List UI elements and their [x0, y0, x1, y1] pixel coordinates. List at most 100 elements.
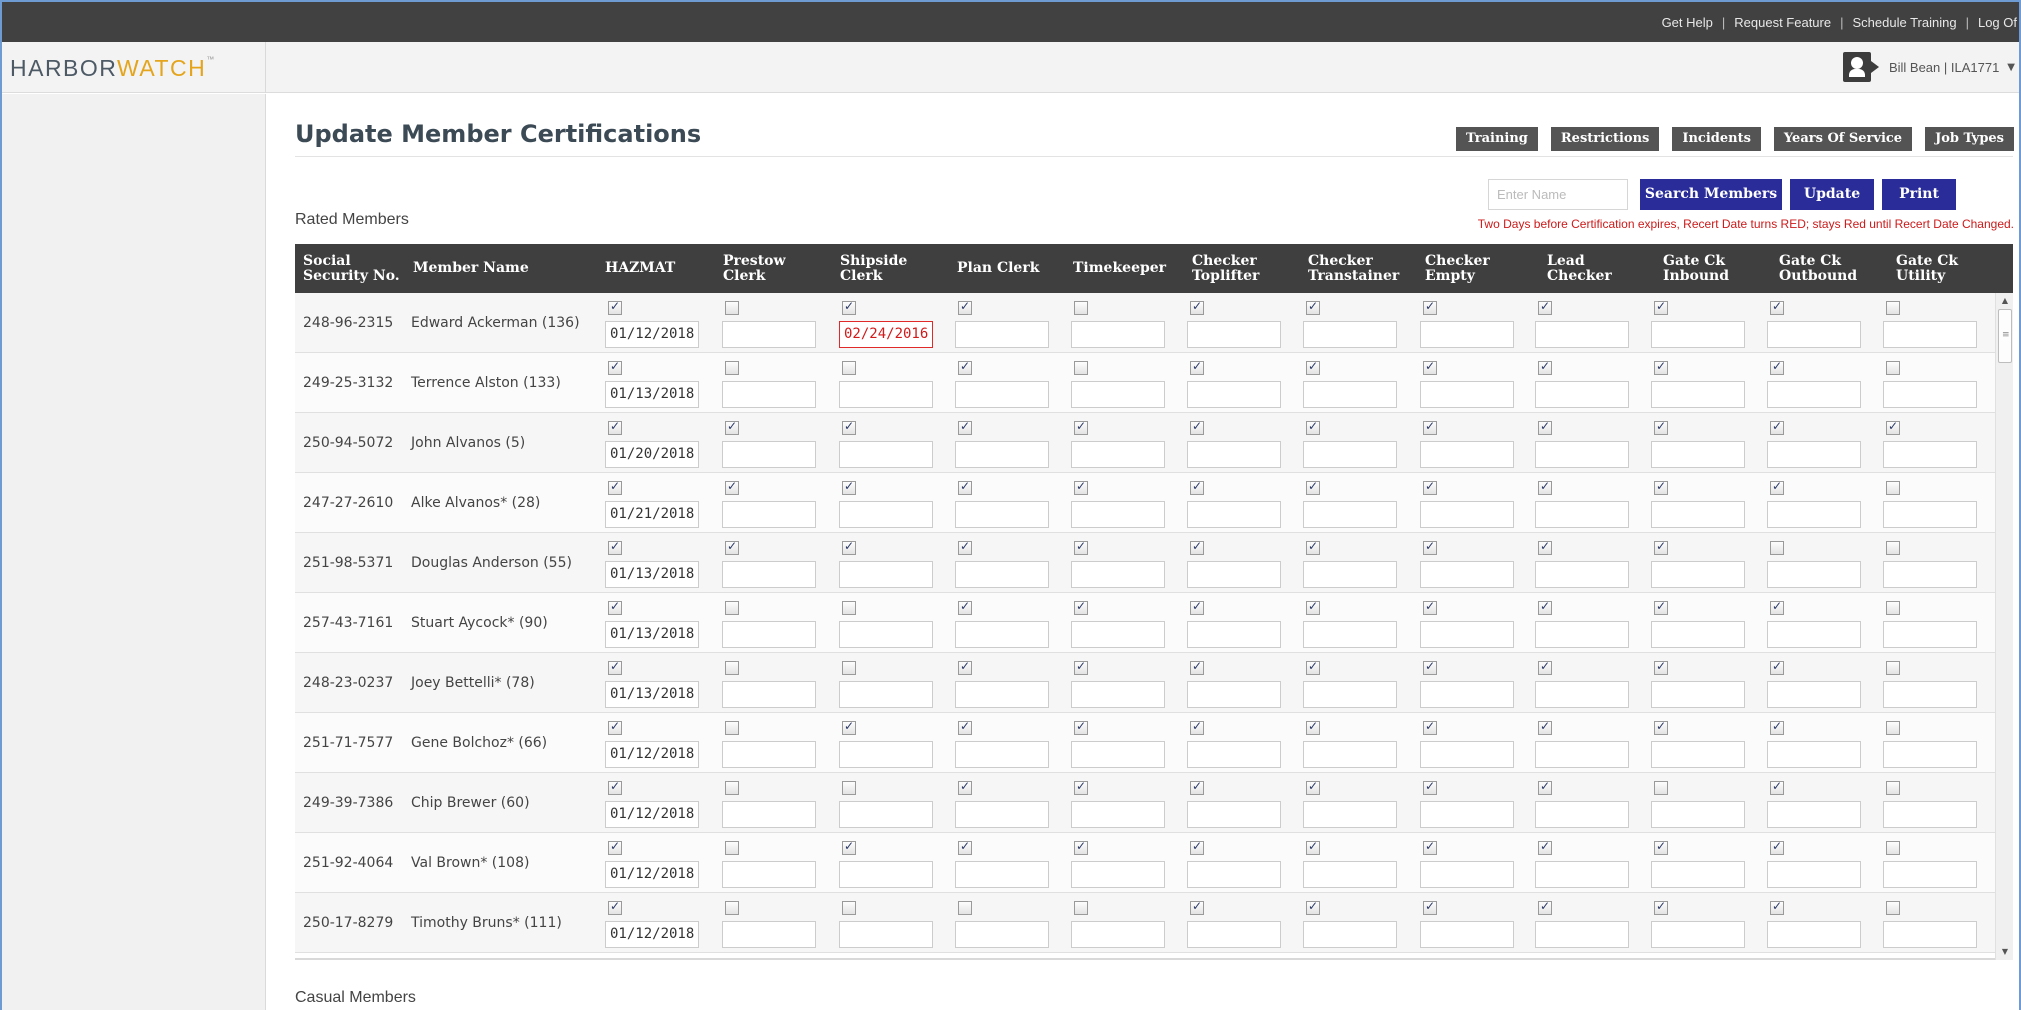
- cert-checkbox-checker-toplifter[interactable]: [1190, 359, 1204, 375]
- cert-checkbox-gate-ck-utility[interactable]: [1886, 419, 1900, 435]
- cert-checkbox-timekeeper[interactable]: [1074, 361, 1088, 375]
- cert-checkbox-plan-clerk[interactable]: [958, 539, 972, 555]
- recert-date-input-checker-empty[interactable]: [1420, 801, 1514, 828]
- harborwatch-logo[interactable]: HARBORWATCH™: [10, 55, 216, 82]
- recert-date-input-gate-ck-utility[interactable]: [1883, 621, 1977, 648]
- cert-checkbox-lead-checker[interactable]: [1538, 599, 1552, 615]
- cert-checkbox-shipside-clerk[interactable]: [842, 901, 856, 915]
- cert-checkbox-prestow-clerk[interactable]: [725, 721, 739, 735]
- cert-checkbox-checker-transtainer[interactable]: [1306, 359, 1320, 375]
- recert-date-input-plan-clerk[interactable]: [955, 321, 1049, 348]
- cert-checkbox-gate-ck-inbound[interactable]: [1654, 479, 1668, 495]
- cert-checkbox-gate-ck-inbound[interactable]: [1654, 719, 1668, 735]
- cert-checkbox-checker-transtainer[interactable]: [1306, 419, 1320, 435]
- recert-date-input-lead-checker[interactable]: [1535, 561, 1629, 588]
- recert-date-input-gate-ck-outbound[interactable]: [1767, 381, 1861, 408]
- cert-checkbox-prestow-clerk[interactable]: [725, 479, 739, 495]
- cert-checkbox-timekeeper[interactable]: [1074, 539, 1088, 555]
- recert-date-input-timekeeper[interactable]: [1071, 801, 1165, 828]
- cert-checkbox-hazmat[interactable]: [608, 539, 622, 555]
- recert-date-input-shipside-clerk[interactable]: [839, 441, 933, 468]
- recert-date-input-shipside-clerk[interactable]: [839, 501, 933, 528]
- recert-date-input-gate-ck-utility[interactable]: [1883, 561, 1977, 588]
- cert-checkbox-plan-clerk[interactable]: [958, 419, 972, 435]
- recert-date-input-shipside-clerk[interactable]: [839, 681, 933, 708]
- recert-date-input-gate-ck-outbound[interactable]: [1767, 441, 1861, 468]
- cert-checkbox-lead-checker[interactable]: [1538, 359, 1552, 375]
- cert-checkbox-checker-toplifter[interactable]: [1190, 779, 1204, 795]
- recert-date-input-plan-clerk[interactable]: [955, 381, 1049, 408]
- recert-date-input-gate-ck-inbound[interactable]: [1651, 501, 1745, 528]
- recert-date-input-checker-transtainer[interactable]: [1303, 801, 1397, 828]
- user-menu[interactable]: Bill Bean | ILA1771 ▼: [1842, 52, 2015, 82]
- recert-date-input-checker-empty[interactable]: [1420, 861, 1514, 888]
- cert-checkbox-gate-ck-outbound[interactable]: [1770, 299, 1784, 315]
- cert-checkbox-plan-clerk[interactable]: [958, 901, 972, 915]
- cert-checkbox-prestow-clerk[interactable]: [725, 301, 739, 315]
- cert-checkbox-shipside-clerk[interactable]: [842, 839, 856, 855]
- cert-checkbox-checker-empty[interactable]: [1423, 599, 1437, 615]
- cert-checkbox-gate-ck-inbound[interactable]: [1654, 359, 1668, 375]
- recert-date-input-hazmat[interactable]: 01/13/2018: [605, 381, 699, 408]
- recert-date-input-gate-ck-utility[interactable]: [1883, 741, 1977, 768]
- scroll-up-arrow-icon[interactable]: ▲: [1996, 293, 2013, 309]
- cert-checkbox-plan-clerk[interactable]: [958, 779, 972, 795]
- recert-date-input-gate-ck-inbound[interactable]: [1651, 441, 1745, 468]
- recert-date-input-gate-ck-utility[interactable]: [1883, 501, 1977, 528]
- col-header-shipside-clerk[interactable]: Shipside Clerk: [840, 244, 920, 293]
- recert-date-input-checker-toplifter[interactable]: [1187, 681, 1281, 708]
- cert-checkbox-checker-toplifter[interactable]: [1190, 599, 1204, 615]
- user-name-label[interactable]: Bill Bean | ILA1771: [1889, 60, 1999, 75]
- recert-date-input-checker-transtainer[interactable]: [1303, 561, 1397, 588]
- recert-date-input-checker-toplifter[interactable]: [1187, 501, 1281, 528]
- cert-checkbox-hazmat[interactable]: [608, 779, 622, 795]
- recert-date-input-checker-toplifter[interactable]: [1187, 861, 1281, 888]
- recert-date-input-timekeeper[interactable]: [1071, 921, 1165, 948]
- cert-checkbox-shipside-clerk[interactable]: [842, 299, 856, 315]
- cert-checkbox-gate-ck-utility[interactable]: [1886, 601, 1900, 615]
- recert-date-input-checker-transtainer[interactable]: [1303, 381, 1397, 408]
- recert-date-input-gate-ck-utility[interactable]: [1883, 321, 1977, 348]
- cert-checkbox-shipside-clerk[interactable]: [842, 539, 856, 555]
- cert-checkbox-gate-ck-utility[interactable]: [1886, 541, 1900, 555]
- cert-checkbox-gate-ck-inbound[interactable]: [1654, 899, 1668, 915]
- cert-checkbox-shipside-clerk[interactable]: [842, 661, 856, 675]
- recert-date-input-lead-checker[interactable]: [1535, 321, 1629, 348]
- recert-date-input-gate-ck-inbound[interactable]: [1651, 741, 1745, 768]
- cert-checkbox-checker-transtainer[interactable]: [1306, 539, 1320, 555]
- cert-checkbox-timekeeper[interactable]: [1074, 719, 1088, 735]
- cert-checkbox-checker-empty[interactable]: [1423, 719, 1437, 735]
- recert-date-input-lead-checker[interactable]: [1535, 741, 1629, 768]
- recert-date-input-timekeeper[interactable]: [1071, 741, 1165, 768]
- cert-checkbox-checker-toplifter[interactable]: [1190, 719, 1204, 735]
- recert-date-input-checker-toplifter[interactable]: [1187, 741, 1281, 768]
- cert-checkbox-timekeeper[interactable]: [1074, 479, 1088, 495]
- recert-date-input-checker-empty[interactable]: [1420, 501, 1514, 528]
- member-search-input[interactable]: [1488, 179, 1628, 210]
- cert-checkbox-timekeeper[interactable]: [1074, 839, 1088, 855]
- cert-checkbox-timekeeper[interactable]: [1074, 901, 1088, 915]
- recert-date-input-plan-clerk[interactable]: [955, 621, 1049, 648]
- cert-checkbox-hazmat[interactable]: [608, 839, 622, 855]
- cert-checkbox-gate-ck-outbound[interactable]: [1770, 899, 1784, 915]
- recert-date-input-checker-empty[interactable]: [1420, 681, 1514, 708]
- cert-checkbox-checker-empty[interactable]: [1423, 659, 1437, 675]
- recert-date-input-hazmat[interactable]: 01/12/2018: [605, 801, 699, 828]
- recert-date-input-timekeeper[interactable]: [1071, 321, 1165, 348]
- recert-date-input-gate-ck-outbound[interactable]: [1767, 681, 1861, 708]
- recert-date-input-plan-clerk[interactable]: [955, 681, 1049, 708]
- recert-date-input-gate-ck-utility[interactable]: [1883, 861, 1977, 888]
- cert-checkbox-gate-ck-utility[interactable]: [1886, 661, 1900, 675]
- recert-date-input-lead-checker[interactable]: [1535, 801, 1629, 828]
- search-members-button[interactable]: Search Members: [1640, 179, 1782, 210]
- recert-date-input-prestow-clerk[interactable]: [722, 621, 816, 648]
- col-header-lead-checker[interactable]: Lead Checker: [1547, 244, 1652, 293]
- cert-checkbox-hazmat[interactable]: [608, 599, 622, 615]
- cert-checkbox-prestow-clerk[interactable]: [725, 361, 739, 375]
- cert-checkbox-checker-transtainer[interactable]: [1306, 719, 1320, 735]
- cert-checkbox-prestow-clerk[interactable]: [725, 841, 739, 855]
- cert-checkbox-shipside-clerk[interactable]: [842, 719, 856, 735]
- recert-date-input-gate-ck-inbound[interactable]: [1651, 801, 1745, 828]
- recert-date-input-hazmat[interactable]: 01/12/2018: [605, 861, 699, 888]
- recert-date-input-hazmat[interactable]: 01/13/2018: [605, 561, 699, 588]
